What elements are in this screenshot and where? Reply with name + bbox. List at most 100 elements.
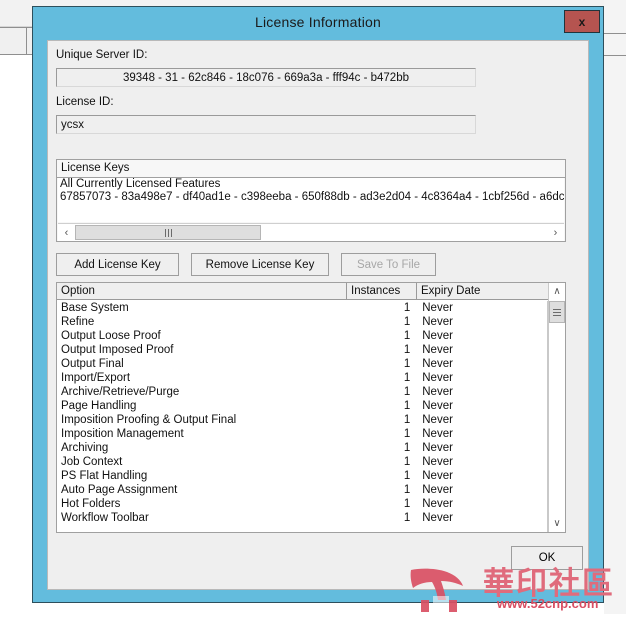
cell-option: Auto Page Assignment: [61, 484, 178, 496]
remove-license-key-button[interactable]: Remove License Key: [191, 253, 329, 276]
cell-instances: 1: [403, 316, 411, 328]
cell-instances: 1: [403, 400, 411, 412]
license-keys-group-label: License Keys: [61, 162, 130, 174]
scroll-down-icon[interactable]: ∨: [549, 515, 565, 532]
table-row[interactable]: Imposition Management 1 Never: [57, 427, 547, 441]
close-icon[interactable]: x: [564, 10, 600, 33]
cell-expiry-date: Never: [422, 498, 453, 510]
add-license-key-button[interactable]: Add License Key: [56, 253, 179, 276]
licensed-options-table: Option Instances Expiry Date Base System…: [56, 282, 566, 533]
cell-expiry-date: Never: [422, 470, 453, 482]
cell-expiry-date: Never: [422, 330, 453, 342]
cell-instances: 1: [403, 498, 411, 510]
dialog-title-bar[interactable]: License Information: [33, 7, 603, 36]
cell-option: Imposition Proofing & Output Final: [61, 414, 237, 426]
cell-instances: 1: [403, 428, 411, 440]
cell-option: Import/Export: [61, 372, 131, 384]
scroll-left-icon[interactable]: ‹: [58, 224, 75, 241]
cell-option: Workflow Toolbar: [61, 512, 149, 524]
cell-option: PS Flat Handling: [61, 470, 148, 482]
license-keys-horizontal-scrollbar[interactable]: ‹ ›: [58, 223, 564, 241]
background-right-divider-bottom: [604, 55, 626, 56]
scroll-right-icon[interactable]: ›: [547, 224, 564, 241]
unique-server-id-label: Unique Server ID:: [56, 49, 148, 61]
table-row[interactable]: Auto Page Assignment 1 Never: [57, 483, 547, 497]
cell-instances: 1: [403, 358, 411, 370]
cell-instances: 1: [403, 344, 411, 356]
table-row[interactable]: Output Loose Proof 1 Never: [57, 329, 547, 343]
cell-option: Base System: [61, 302, 129, 314]
cell-expiry-date: Never: [422, 456, 453, 468]
table-row[interactable]: Archive/Retrieve/Purge 1 Never: [57, 385, 547, 399]
table-row[interactable]: Archiving 1 Never: [57, 441, 547, 455]
cell-option: Archive/Retrieve/Purge: [61, 386, 180, 398]
options-vertical-scrollbar[interactable]: ∧ ∨: [548, 283, 565, 532]
table-row[interactable]: Page Handling 1 Never: [57, 399, 547, 413]
cell-option: Refine: [61, 316, 95, 328]
license-id-value: ycsx: [61, 118, 84, 131]
cell-expiry-date: Never: [422, 442, 453, 454]
license-keys-key-line: 67857073 - 83a498e7 - df40ad1e - c398eeb…: [60, 191, 564, 203]
cell-instances: 1: [403, 414, 411, 426]
background-toolbar-separator: [26, 28, 27, 54]
table-row[interactable]: Workflow Toolbar 1 Never: [57, 511, 547, 525]
cell-instances: 1: [403, 470, 411, 482]
table-row[interactable]: Output Imposed Proof 1 Never: [57, 343, 547, 357]
cell-expiry-date: Never: [422, 400, 453, 412]
cell-expiry-date: Never: [422, 428, 453, 440]
ok-button-label: OK: [538, 552, 556, 564]
cell-instances: 1: [403, 442, 411, 454]
dialog-title: License Information: [255, 13, 381, 30]
license-information-dialog: License Information x Unique Server ID: …: [32, 6, 604, 603]
cell-option: Archiving: [61, 442, 109, 454]
ok-button[interactable]: OK: [511, 546, 583, 570]
cell-instances: 1: [403, 330, 411, 342]
background-right-divider-top: [604, 33, 626, 34]
close-button-label: x: [578, 14, 586, 29]
license-keys-group: License Keys All Currently Licensed Feat…: [56, 159, 566, 242]
license-id-field[interactable]: ycsx: [56, 115, 476, 134]
table-row[interactable]: Imposition Proofing & Output Final 1 Never: [57, 413, 547, 427]
table-row[interactable]: Hot Folders 1 Never: [57, 497, 547, 511]
cell-expiry-date: Never: [422, 372, 453, 384]
cell-expiry-date: Never: [422, 344, 453, 356]
cell-option: Imposition Management: [61, 428, 184, 440]
cell-expiry-date: Never: [422, 316, 453, 328]
column-header-option[interactable]: Option: [57, 283, 347, 299]
cell-instances: 1: [403, 302, 411, 314]
table-header-row: Option Instances Expiry Date: [57, 283, 548, 300]
table-row[interactable]: Job Context 1 Never: [57, 455, 547, 469]
cell-option: Output Imposed Proof: [61, 344, 174, 356]
column-header-expiry-date[interactable]: Expiry Date: [417, 283, 548, 299]
background-right-panel: [604, 0, 626, 614]
cell-expiry-date: Never: [422, 358, 453, 370]
table-row[interactable]: Refine 1 Never: [57, 315, 547, 329]
cell-instances: 1: [403, 386, 411, 398]
license-keys-listbox[interactable]: All Currently Licensed Features 67857073…: [58, 178, 564, 222]
license-keys-feature-line: All Currently Licensed Features: [60, 178, 221, 190]
table-row[interactable]: Import/Export 1 Never: [57, 371, 547, 385]
cell-instances: 1: [403, 484, 411, 496]
cell-expiry-date: Never: [422, 414, 453, 426]
grip-icon: [553, 308, 561, 316]
table-row[interactable]: Output Final 1 Never: [57, 357, 547, 371]
table-row[interactable]: Base System 1 Never: [57, 301, 547, 315]
column-header-instances[interactable]: Instances: [347, 283, 417, 299]
table-row[interactable]: PS Flat Handling 1 Never: [57, 469, 547, 483]
unique-server-id-value: 39348 - 31 - 62c846 - 18c076 - 669a3a - …: [122, 71, 409, 84]
cell-option: Page Handling: [61, 400, 137, 412]
cell-option: Output Final: [61, 358, 124, 370]
scroll-up-icon[interactable]: ∧: [549, 283, 565, 300]
cell-option: Hot Folders: [61, 498, 121, 510]
cell-expiry-date: Never: [422, 386, 453, 398]
unique-server-id-field[interactable]: 39348 - 31 - 62c846 - 18c076 - 669a3a - …: [56, 68, 476, 87]
table-body: Base System 1 Never Refine 1 Never Output Loos…: [57, 301, 548, 532]
save-to-file-button: Save To File: [341, 253, 436, 276]
cell-expiry-date: Never: [422, 484, 453, 496]
cell-option: Job Context: [61, 456, 123, 468]
vertical-scroll-thumb[interactable]: [549, 301, 565, 323]
horizontal-scroll-track[interactable]: [75, 224, 547, 241]
cell-expiry-date: Never: [422, 302, 453, 314]
cell-instances: 1: [403, 456, 411, 468]
horizontal-scroll-thumb[interactable]: [75, 225, 261, 240]
